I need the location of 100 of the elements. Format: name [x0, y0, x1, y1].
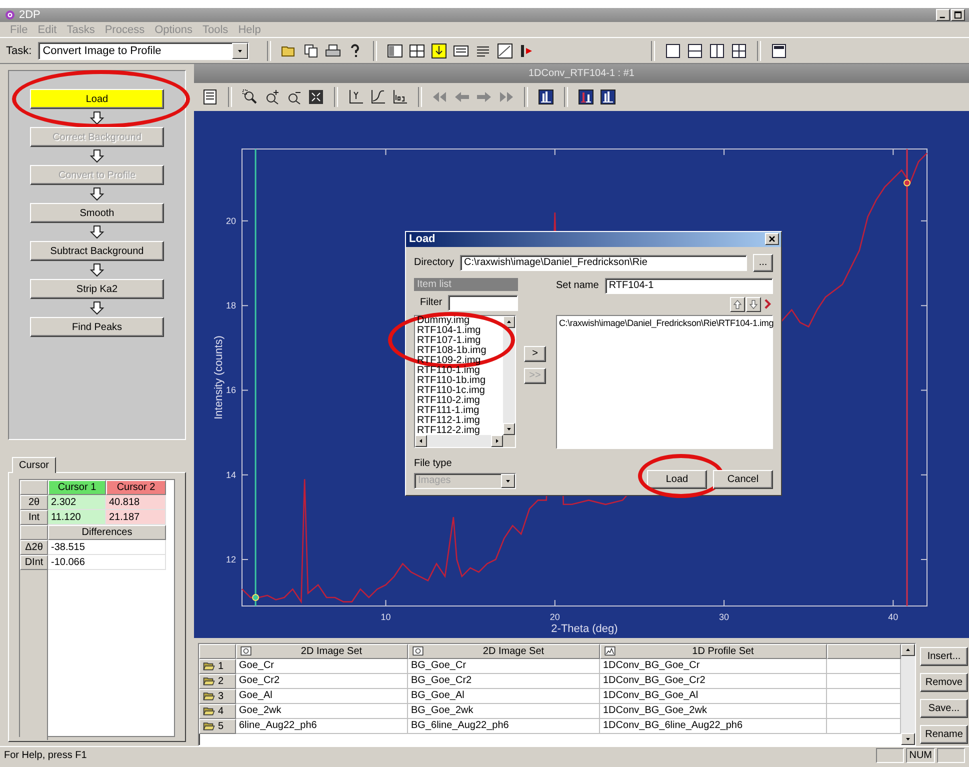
- linear-axis-icon[interactable]: [348, 88, 364, 105]
- list-item[interactable]: RTF110-2.img: [415, 396, 503, 406]
- list-item[interactable]: RTF112-2.img: [415, 426, 503, 435]
- spectrum-overlay-icon[interactable]: [578, 88, 594, 105]
- side-button[interactable]: Insert...: [920, 646, 968, 666]
- dropdown-button[interactable]: [232, 42, 248, 58]
- list-item[interactable]: RTF110-1.img: [415, 366, 503, 376]
- fit-icon[interactable]: [308, 88, 324, 105]
- list-item[interactable]: RTF108-1b.img: [415, 346, 503, 356]
- tab[interactable]: Cursor: [12, 457, 56, 473]
- grid-icon[interactable]: [408, 42, 425, 58]
- scrollbar[interactable]: [415, 434, 503, 447]
- scrollbar[interactable]: [503, 316, 515, 435]
- row-header[interactable]: 5: [199, 718, 236, 734]
- table-cell[interactable]: 1DConv_BG_Goe_Al: [600, 688, 827, 704]
- cursor-marker[interactable]: [904, 179, 910, 186]
- status-text: For Help, press F1: [4, 750, 87, 761]
- scrollbar[interactable]: [901, 644, 915, 745]
- add-button[interactable]: >: [524, 346, 546, 362]
- row-header: DInt: [20, 555, 48, 570]
- list-item[interactable]: RTF104-1.img: [415, 326, 503, 336]
- load-button[interactable]: Load: [647, 470, 707, 489]
- side-button[interactable]: Remove: [920, 672, 968, 692]
- step-button[interactable]: Smooth: [30, 203, 164, 223]
- table-cell[interactable]: Goe_Cr: [236, 658, 408, 674]
- row-header[interactable]: 3: [199, 688, 236, 704]
- down-arrow-icon: [89, 148, 105, 164]
- axis-tick-label: 40: [888, 612, 898, 622]
- two-rows-icon[interactable]: [686, 42, 703, 58]
- properties-icon[interactable]: [202, 88, 218, 105]
- cancel-button[interactable]: Cancel: [713, 470, 773, 489]
- curve-icon[interactable]: [496, 42, 513, 58]
- panel-icon[interactable]: [386, 42, 403, 58]
- list-item[interactable]: RTF110-1b.img: [415, 376, 503, 386]
- selected-files-list[interactable]: C:\raxwish\image\Daniel_Fredrickson\Rie\RTF104-1.img: [556, 314, 773, 449]
- field-label: Filter: [419, 297, 442, 308]
- table-cell[interactable]: BG_Goe_Cr2: [408, 674, 600, 689]
- spectrum-icon[interactable]: [538, 88, 554, 105]
- side-button[interactable]: Rename: [920, 724, 968, 744]
- table-cell[interactable]: BG_6line_Aug22_ph6: [408, 718, 600, 734]
- copy-icon[interactable]: [302, 42, 319, 58]
- table-cell[interactable]: Goe_Al: [236, 688, 408, 704]
- list-item[interactable]: RTF109-2.img: [415, 356, 503, 366]
- item-list[interactable]: Dummy.img RTF104-1.img RTF107-1.img RTF108-1b.img RTF109-2.img RTF110-1.img RTF110-1b.img RTF110-1c.img RTF110-2.img RTF111-1.img RTF112-1.img RTF112-2.img: [414, 314, 516, 448]
- step-button[interactable]: Load: [30, 89, 164, 109]
- field-label: Set name: [556, 280, 599, 292]
- list-item[interactable]: RTF107-1.img: [415, 336, 503, 346]
- list-item[interactable]: RTF112-1.img: [415, 416, 503, 426]
- cursor-marker[interactable]: [252, 594, 260, 601]
- table-cell[interactable]: 1DConv_BG_Goe_Cr2: [600, 674, 827, 689]
- step-button[interactable]: Find Peaks: [30, 317, 164, 337]
- table-cell[interactable]: 1DConv_BG_Goe_Cr: [600, 658, 827, 674]
- table-cell[interactable]: 1DConv_BG_6line_Aug22_ph6: [600, 718, 827, 734]
- list-icon[interactable]: [452, 42, 469, 58]
- column-header: Cursor 1: [48, 480, 106, 495]
- scroll-up-button[interactable]: [901, 644, 915, 656]
- task-label: Task:: [6, 44, 32, 56]
- zoom-box-icon[interactable]: [242, 88, 258, 105]
- step-button[interactable]: Strip Ka2: [30, 279, 164, 299]
- log-axis-icon[interactable]: [392, 88, 408, 105]
- table-cell[interactable]: BG_Goe_Cr: [408, 658, 600, 674]
- list-item[interactable]: RTF110-1c.img: [415, 386, 503, 396]
- two-columns-icon[interactable]: [708, 42, 725, 58]
- table-cell[interactable]: Goe_2wk: [236, 704, 408, 719]
- list-item[interactable]: RTF111-1.img: [415, 406, 503, 416]
- print-icon[interactable]: [324, 42, 341, 58]
- down-triangle-icon[interactable]: [904, 735, 912, 743]
- single-pane-icon[interactable]: [664, 42, 681, 58]
- scroll-down-button[interactable]: [901, 733, 915, 745]
- zoom-in-icon[interactable]: [264, 88, 280, 105]
- app-icon: [4, 9, 16, 21]
- directory-field[interactable]: C:\raxwish\image\Daniel_Fredrickson\Rie: [460, 254, 747, 271]
- side-button[interactable]: Save...: [920, 698, 968, 718]
- step-button[interactable]: Subtract Background: [30, 241, 164, 261]
- table-cell[interactable]: BG_Goe_Al: [408, 688, 600, 704]
- filter-field[interactable]: [448, 294, 518, 311]
- list-item[interactable]: Dummy.img: [415, 316, 503, 326]
- folder-icon: [203, 720, 215, 732]
- four-panes-icon[interactable]: [730, 42, 747, 58]
- x-axis-title: 2-Theta (deg): [551, 622, 618, 635]
- dialog-title: Load: [409, 233, 436, 246]
- browse-button[interactable]: ...: [753, 254, 773, 272]
- spectrum-icon[interactable]: [600, 88, 616, 105]
- table-cell[interactable]: 6line_Aug22_ph6: [236, 718, 408, 734]
- table-cell: -10.066: [48, 555, 166, 570]
- curve-axis-icon[interactable]: [370, 88, 386, 105]
- download-icon[interactable]: [430, 42, 447, 58]
- field-label: Directory: [414, 257, 454, 268]
- table-cell[interactable]: BG_Goe_2wk: [408, 704, 600, 719]
- table-cell[interactable]: Goe_Cr2: [236, 674, 408, 689]
- row-header[interactable]: 2: [199, 674, 236, 689]
- axis-tick-label: 18: [226, 300, 236, 310]
- row-header[interactable]: 4: [199, 704, 236, 719]
- set-name-field[interactable]: RTF104-1: [604, 278, 773, 294]
- chevron-icon[interactable]: [762, 296, 773, 311]
- row-header[interactable]: 1: [199, 658, 236, 674]
- task-dropdown[interactable]: Convert Image to Profile: [38, 42, 249, 60]
- folder-icon: [203, 705, 215, 718]
- window-icon[interactable]: [770, 42, 787, 58]
- table-cell[interactable]: 1DConv_BG_Goe_2wk: [600, 704, 827, 719]
